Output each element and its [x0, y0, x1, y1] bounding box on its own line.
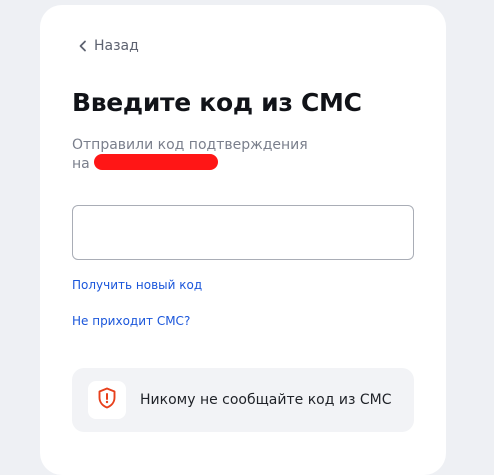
subtitle-prefix: на: [72, 156, 90, 172]
subtitle: Отправили код подтверждения на: [72, 136, 392, 173]
notice-icon-container: [88, 381, 126, 419]
subtitle-line-1: Отправили код подтверждения: [72, 137, 308, 153]
security-notice: Никому не сообщайте код из СМС: [72, 368, 414, 432]
subtitle-line-2: на: [72, 154, 392, 173]
get-new-code-link[interactable]: Получить новый код: [72, 278, 202, 292]
sms-code-input[interactable]: [72, 205, 414, 260]
back-link[interactable]: Назад: [78, 38, 139, 54]
shield-alert-icon: [97, 387, 117, 413]
sms-code-card: Назад Введите код из СМС Отправили код п…: [40, 5, 446, 475]
back-label: Назад: [94, 38, 139, 54]
chevron-left-icon: [78, 40, 88, 52]
no-sms-link[interactable]: Не приходит СМС?: [72, 314, 190, 328]
redacted-phone-number: [93, 154, 218, 170]
page-title: Введите код из СМС: [72, 88, 362, 117]
notice-text: Никому не сообщайте код из СМС: [140, 392, 392, 408]
